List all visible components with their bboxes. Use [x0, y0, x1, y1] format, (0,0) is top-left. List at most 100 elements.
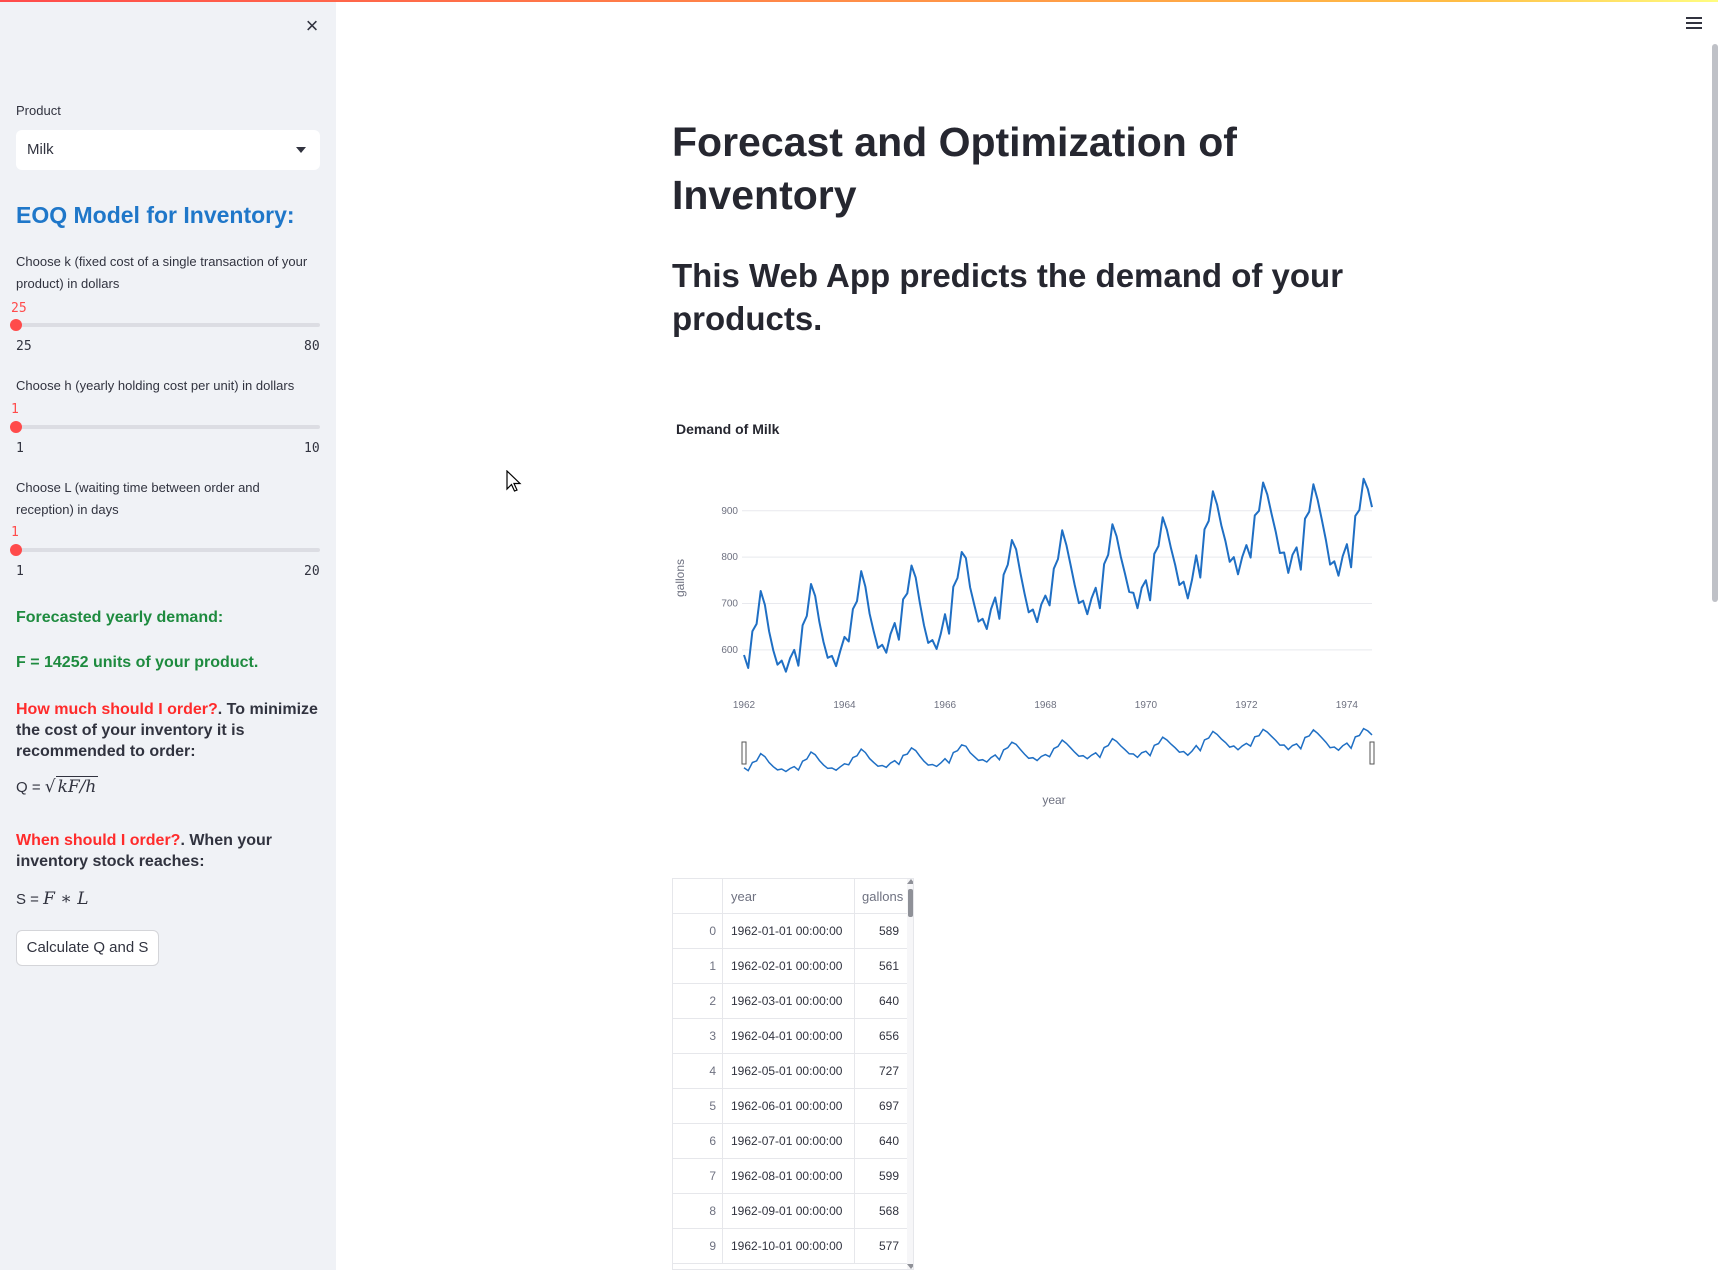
table-cell-year: 1962-04-01 00:00:00 [723, 1019, 855, 1054]
x-tick-label: 1972 [1235, 700, 1258, 711]
q-prefix: Q = [16, 779, 45, 796]
table-row[interactable]: 2 1962-03-01 00:00:00 640 [673, 984, 913, 1019]
table-cell-index: 5 [673, 1089, 723, 1124]
h-slider-value: 1 [11, 402, 19, 417]
table-cell-gallons: 697 [878, 1099, 899, 1113]
s-formula: S = F ∗ L [16, 889, 89, 909]
demand-line [743, 477, 1373, 673]
when-text: When should I order?. When your inventor… [16, 830, 324, 872]
close-icon[interactable]: × [300, 14, 324, 38]
table-cell-gallons: 599 [878, 1169, 899, 1183]
page-title: Forecast and Optimization of Inventory [672, 119, 1237, 218]
table-row[interactable]: 8 1962-09-01 00:00:00 568 [673, 1194, 913, 1229]
top-decoration-bar [0, 0, 1718, 2]
table-cell-index: 7 [673, 1159, 723, 1194]
scroll-up-icon[interactable] [907, 879, 913, 884]
forecast-value: F = 14252 units of your product. [16, 654, 259, 671]
x-tick-label: 1970 [1135, 700, 1158, 711]
table-row[interactable]: 0 1962-01-01 00:00:00 589 [673, 914, 913, 949]
y-tick-label: 900 [721, 506, 738, 517]
l-slider-label: Choose L (waiting time between order and… [16, 480, 260, 517]
hamburger-menu-icon[interactable] [1684, 14, 1704, 34]
table-row[interactable]: 4 1962-05-01 00:00:00 727 [673, 1054, 913, 1089]
when-question: When should I order? [16, 832, 181, 849]
table-cell-year: 1962-07-01 00:00:00 [723, 1124, 855, 1159]
page-subtitle: This Web App predicts the demand of your… [672, 257, 1344, 337]
x-tick-label: 1968 [1034, 700, 1057, 711]
x-tick-label: 1974 [1336, 700, 1359, 711]
k-slider-min: 25 [16, 339, 32, 354]
k-slider-thumb[interactable] [10, 319, 22, 331]
table-cell-gallons: 589 [878, 924, 899, 938]
forecast-label: Forecasted yearly demand: [16, 609, 224, 626]
page-scrollbar[interactable] [1712, 44, 1718, 602]
table-header-year[interactable]: year [723, 879, 855, 914]
table-cell-year: 1962-08-01 00:00:00 [723, 1159, 855, 1194]
table-row[interactable]: 7 1962-08-01 00:00:00 599 [673, 1159, 913, 1194]
how-much-question: How much should I order? [16, 701, 218, 718]
x-tick-label: 1966 [934, 700, 957, 711]
table-cell-gallons: 640 [878, 994, 899, 1008]
table-cell-index: 1 [673, 949, 723, 984]
l-slider-thumb[interactable] [10, 544, 22, 556]
table-cell-year: 1962-09-01 00:00:00 [723, 1194, 855, 1229]
table-cell-gallons: 568 [878, 1204, 899, 1218]
k-slider-value: 25 [11, 301, 27, 316]
k-slider[interactable] [10, 319, 320, 331]
table-scrollbar[interactable] [907, 879, 913, 1269]
table-cell-index: 0 [673, 914, 723, 949]
table-cell-year: 1962-03-01 00:00:00 [723, 984, 855, 1019]
data-table[interactable]: year gallons 0 1962-01-01 00:00:00 589 1 196… [672, 878, 914, 1270]
y-axis-title: gallons [673, 559, 687, 597]
mouse-cursor-icon [506, 470, 522, 492]
table-header-index [673, 879, 723, 914]
table-cell-gallons: 561 [878, 959, 899, 973]
table-cell-year: 1962-05-01 00:00:00 [723, 1054, 855, 1089]
h-slider-min: 1 [16, 441, 24, 456]
product-select-value: Milk [27, 141, 54, 158]
k-slider-max: 80 [304, 339, 320, 354]
l-slider-min: 1 [16, 564, 24, 579]
table-cell-index: 2 [673, 984, 723, 1019]
y-tick-label: 600 [721, 645, 738, 656]
table-cell-year: 1962-02-01 00:00:00 [723, 949, 855, 984]
product-label: Product [16, 103, 61, 118]
q-formula: Q = √ kF/h [16, 776, 99, 797]
range-slider[interactable] [741, 727, 1375, 773]
caret-down-icon [296, 147, 306, 153]
table-header-gallons[interactable]: gallons [855, 879, 907, 914]
table-cell-index: 9 [673, 1229, 723, 1264]
q-formula-radicand: kF/h [55, 776, 99, 797]
table-row[interactable]: 3 1962-04-01 00:00:00 656 [673, 1019, 913, 1054]
h-slider[interactable] [10, 421, 320, 433]
table-cell-year: 1962-10-01 00:00:00 [723, 1229, 855, 1264]
l-slider-max: 20 [304, 564, 320, 579]
table-row[interactable]: 9 1962-10-01 00:00:00 577 [673, 1229, 913, 1264]
table-cell-index: 6 [673, 1124, 723, 1159]
k-slider-label: Choose k (fixed cost of a single transac… [16, 254, 308, 291]
x-tick-label: 1962 [733, 700, 756, 711]
product-select[interactable]: Milk [16, 130, 320, 170]
table-cell-gallons: 577 [878, 1239, 899, 1253]
range-slider-right-handle[interactable] [1369, 741, 1375, 765]
y-tick-label: 800 [721, 552, 738, 563]
h-slider-thumb[interactable] [10, 421, 22, 433]
scroll-down-icon[interactable] [907, 1264, 913, 1269]
range-slider-left-handle[interactable] [741, 741, 747, 765]
y-tick-label: 700 [721, 599, 738, 610]
calculate-button[interactable]: Calculate Q and S [16, 930, 159, 966]
demand-chart[interactable]: Demand of Milk 600 700 800 900 1962 1964 1966… [672, 412, 1392, 812]
y-axis-ticks: 600 700 800 900 [721, 506, 738, 656]
table-row[interactable]: 6 1962-07-01 00:00:00 640 [673, 1124, 913, 1159]
s-formula-expression: F ∗ L [43, 889, 89, 909]
table-row[interactable]: 1 1962-02-01 00:00:00 561 [673, 949, 913, 984]
how-much-text: How much should I order?. To minimize th… [16, 699, 324, 762]
table-row[interactable]: 5 1962-06-01 00:00:00 697 [673, 1089, 913, 1124]
table-scrollbar-thumb[interactable] [908, 889, 913, 917]
table-cell-gallons: 640 [878, 1134, 899, 1148]
table-cell-index: 3 [673, 1019, 723, 1054]
chart-title: Demand of Milk [676, 421, 780, 437]
sidebar: × Product Milk EOQ Model for Inventory: … [0, 0, 336, 1270]
l-slider[interactable] [10, 544, 320, 556]
table-cell-year: 1962-06-01 00:00:00 [723, 1089, 855, 1124]
